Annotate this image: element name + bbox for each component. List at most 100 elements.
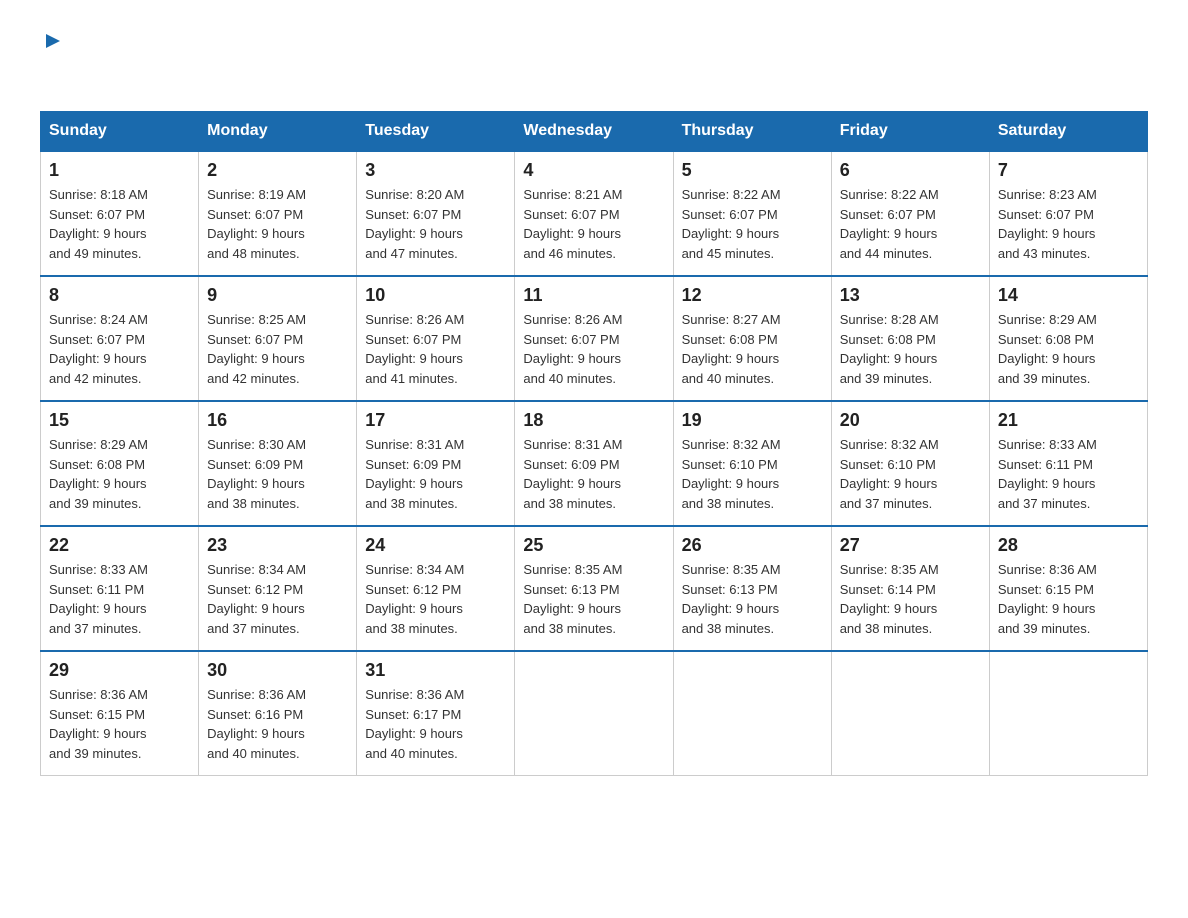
day-info: Sunrise: 8:35 AMSunset: 6:13 PMDaylight:… [682, 562, 781, 636]
day-info: Sunrise: 8:26 AMSunset: 6:07 PMDaylight:… [365, 312, 464, 386]
calendar-cell: 8 Sunrise: 8:24 AMSunset: 6:07 PMDayligh… [41, 276, 199, 401]
calendar-cell: 28 Sunrise: 8:36 AMSunset: 6:15 PMDaylig… [989, 526, 1147, 651]
calendar-cell [515, 651, 673, 776]
calendar-cell [673, 651, 831, 776]
calendar-cell: 13 Sunrise: 8:28 AMSunset: 6:08 PMDaylig… [831, 276, 989, 401]
calendar-cell: 27 Sunrise: 8:35 AMSunset: 6:14 PMDaylig… [831, 526, 989, 651]
calendar-week-row: 8 Sunrise: 8:24 AMSunset: 6:07 PMDayligh… [41, 276, 1148, 401]
calendar-cell: 14 Sunrise: 8:29 AMSunset: 6:08 PMDaylig… [989, 276, 1147, 401]
day-info: Sunrise: 8:22 AMSunset: 6:07 PMDaylight:… [840, 187, 939, 261]
day-number: 7 [998, 160, 1139, 181]
calendar-cell: 3 Sunrise: 8:20 AMSunset: 6:07 PMDayligh… [357, 151, 515, 276]
day-info: Sunrise: 8:36 AMSunset: 6:17 PMDaylight:… [365, 687, 464, 761]
calendar-cell: 31 Sunrise: 8:36 AMSunset: 6:17 PMDaylig… [357, 651, 515, 776]
calendar-cell: 6 Sunrise: 8:22 AMSunset: 6:07 PMDayligh… [831, 151, 989, 276]
day-number: 11 [523, 285, 664, 306]
column-header-tuesday: Tuesday [357, 112, 515, 152]
day-number: 12 [682, 285, 823, 306]
day-info: Sunrise: 8:28 AMSunset: 6:08 PMDaylight:… [840, 312, 939, 386]
day-number: 29 [49, 660, 190, 681]
day-number: 26 [682, 535, 823, 556]
day-number: 1 [49, 160, 190, 181]
day-number: 25 [523, 535, 664, 556]
day-info: Sunrise: 8:22 AMSunset: 6:07 PMDaylight:… [682, 187, 781, 261]
column-header-sunday: Sunday [41, 112, 199, 152]
day-number: 21 [998, 410, 1139, 431]
column-header-friday: Friday [831, 112, 989, 152]
day-number: 30 [207, 660, 348, 681]
day-info: Sunrise: 8:32 AMSunset: 6:10 PMDaylight:… [840, 437, 939, 511]
day-info: Sunrise: 8:25 AMSunset: 6:07 PMDaylight:… [207, 312, 306, 386]
day-number: 2 [207, 160, 348, 181]
column-header-saturday: Saturday [989, 112, 1147, 152]
day-info: Sunrise: 8:31 AMSunset: 6:09 PMDaylight:… [365, 437, 464, 511]
logo-arrow-icon [42, 30, 64, 57]
day-info: Sunrise: 8:29 AMSunset: 6:08 PMDaylight:… [998, 312, 1097, 386]
day-info: Sunrise: 8:29 AMSunset: 6:08 PMDaylight:… [49, 437, 148, 511]
day-info: Sunrise: 8:30 AMSunset: 6:09 PMDaylight:… [207, 437, 306, 511]
calendar-cell: 26 Sunrise: 8:35 AMSunset: 6:13 PMDaylig… [673, 526, 831, 651]
calendar-cell: 1 Sunrise: 8:18 AMSunset: 6:07 PMDayligh… [41, 151, 199, 276]
calendar-cell: 4 Sunrise: 8:21 AMSunset: 6:07 PMDayligh… [515, 151, 673, 276]
calendar-cell: 21 Sunrise: 8:33 AMSunset: 6:11 PMDaylig… [989, 401, 1147, 526]
day-number: 3 [365, 160, 506, 181]
day-info: Sunrise: 8:36 AMSunset: 6:15 PMDaylight:… [49, 687, 148, 761]
column-header-thursday: Thursday [673, 112, 831, 152]
day-number: 31 [365, 660, 506, 681]
header-row: SundayMondayTuesdayWednesdayThursdayFrid… [41, 112, 1148, 152]
day-number: 18 [523, 410, 664, 431]
calendar-table: SundayMondayTuesdayWednesdayThursdayFrid… [40, 111, 1148, 776]
calendar-cell: 24 Sunrise: 8:34 AMSunset: 6:12 PMDaylig… [357, 526, 515, 651]
day-info: Sunrise: 8:33 AMSunset: 6:11 PMDaylight:… [998, 437, 1097, 511]
day-number: 4 [523, 160, 664, 181]
calendar-cell [989, 651, 1147, 776]
calendar-cell [831, 651, 989, 776]
calendar-cell: 7 Sunrise: 8:23 AMSunset: 6:07 PMDayligh… [989, 151, 1147, 276]
day-info: Sunrise: 8:36 AMSunset: 6:16 PMDaylight:… [207, 687, 306, 761]
day-info: Sunrise: 8:23 AMSunset: 6:07 PMDaylight:… [998, 187, 1097, 261]
day-number: 6 [840, 160, 981, 181]
day-info: Sunrise: 8:32 AMSunset: 6:10 PMDaylight:… [682, 437, 781, 511]
day-number: 20 [840, 410, 981, 431]
day-info: Sunrise: 8:20 AMSunset: 6:07 PMDaylight:… [365, 187, 464, 261]
calendar-cell: 5 Sunrise: 8:22 AMSunset: 6:07 PMDayligh… [673, 151, 831, 276]
page-header [40, 30, 1148, 91]
calendar-cell: 18 Sunrise: 8:31 AMSunset: 6:09 PMDaylig… [515, 401, 673, 526]
calendar-cell: 20 Sunrise: 8:32 AMSunset: 6:10 PMDaylig… [831, 401, 989, 526]
calendar-cell: 29 Sunrise: 8:36 AMSunset: 6:15 PMDaylig… [41, 651, 199, 776]
day-info: Sunrise: 8:26 AMSunset: 6:07 PMDaylight:… [523, 312, 622, 386]
day-info: Sunrise: 8:18 AMSunset: 6:07 PMDaylight:… [49, 187, 148, 261]
day-info: Sunrise: 8:21 AMSunset: 6:07 PMDaylight:… [523, 187, 622, 261]
day-info: Sunrise: 8:35 AMSunset: 6:14 PMDaylight:… [840, 562, 939, 636]
day-number: 16 [207, 410, 348, 431]
calendar-cell: 16 Sunrise: 8:30 AMSunset: 6:09 PMDaylig… [199, 401, 357, 526]
calendar-cell: 12 Sunrise: 8:27 AMSunset: 6:08 PMDaylig… [673, 276, 831, 401]
calendar-cell: 9 Sunrise: 8:25 AMSunset: 6:07 PMDayligh… [199, 276, 357, 401]
calendar-cell: 17 Sunrise: 8:31 AMSunset: 6:09 PMDaylig… [357, 401, 515, 526]
calendar-cell: 23 Sunrise: 8:34 AMSunset: 6:12 PMDaylig… [199, 526, 357, 651]
calendar-header: SundayMondayTuesdayWednesdayThursdayFrid… [41, 112, 1148, 152]
day-number: 19 [682, 410, 823, 431]
day-number: 24 [365, 535, 506, 556]
day-number: 8 [49, 285, 190, 306]
day-number: 27 [840, 535, 981, 556]
day-number: 10 [365, 285, 506, 306]
calendar-week-row: 1 Sunrise: 8:18 AMSunset: 6:07 PMDayligh… [41, 151, 1148, 276]
calendar-cell: 22 Sunrise: 8:33 AMSunset: 6:11 PMDaylig… [41, 526, 199, 651]
day-info: Sunrise: 8:24 AMSunset: 6:07 PMDaylight:… [49, 312, 148, 386]
day-number: 5 [682, 160, 823, 181]
day-number: 9 [207, 285, 348, 306]
day-info: Sunrise: 8:34 AMSunset: 6:12 PMDaylight:… [207, 562, 306, 636]
calendar-cell: 15 Sunrise: 8:29 AMSunset: 6:08 PMDaylig… [41, 401, 199, 526]
day-number: 17 [365, 410, 506, 431]
day-info: Sunrise: 8:31 AMSunset: 6:09 PMDaylight:… [523, 437, 622, 511]
calendar-week-row: 22 Sunrise: 8:33 AMSunset: 6:11 PMDaylig… [41, 526, 1148, 651]
day-info: Sunrise: 8:36 AMSunset: 6:15 PMDaylight:… [998, 562, 1097, 636]
calendar-body: 1 Sunrise: 8:18 AMSunset: 6:07 PMDayligh… [41, 151, 1148, 776]
column-header-monday: Monday [199, 112, 357, 152]
calendar-cell: 10 Sunrise: 8:26 AMSunset: 6:07 PMDaylig… [357, 276, 515, 401]
day-number: 28 [998, 535, 1139, 556]
calendar-cell: 25 Sunrise: 8:35 AMSunset: 6:13 PMDaylig… [515, 526, 673, 651]
day-info: Sunrise: 8:34 AMSunset: 6:12 PMDaylight:… [365, 562, 464, 636]
calendar-cell: 30 Sunrise: 8:36 AMSunset: 6:16 PMDaylig… [199, 651, 357, 776]
